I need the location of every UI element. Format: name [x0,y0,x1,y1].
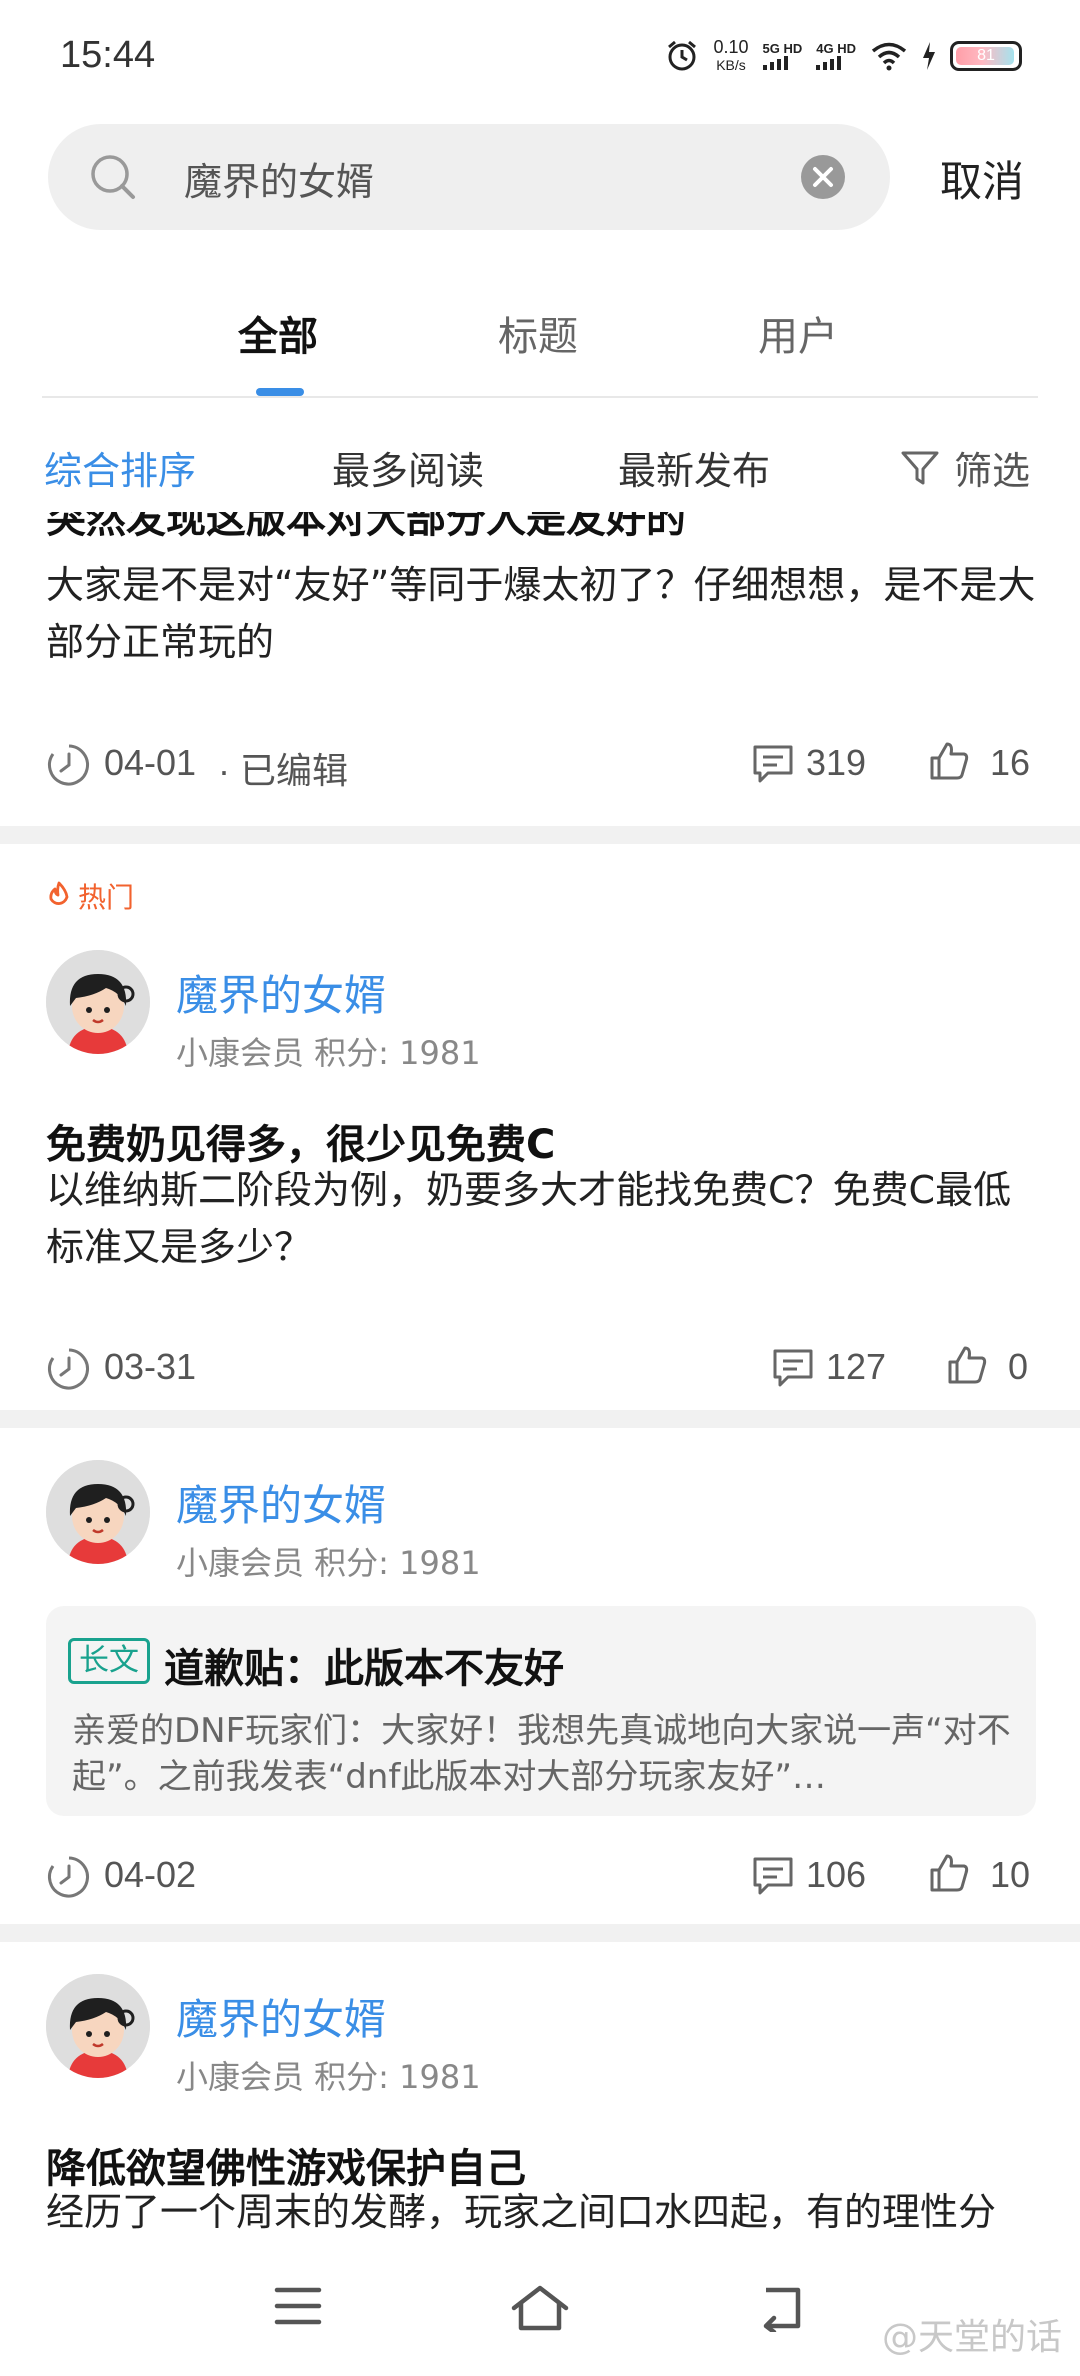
sim1-label: 5G HD [762,41,803,56]
post-body-text: 经历了一个周末的发酵，玩家之间口水四起，有的理性分析，有的情绪输出，但这些都不会… [46,2190,997,2248]
avatar-image [46,1460,150,1564]
post-meta: 04-02 106 10 [46,1852,1036,1902]
sim1-signal-bars-icon [762,56,788,70]
post-card[interactable]: 热门 魔界的女婿 小康会员 积分: 1981 免费奶见得多，很少见免费C 以维纳… [0,844,1080,1410]
avatar-image [46,1974,150,2078]
like-count: 16 [990,742,1031,783]
menu-icon[interactable] [274,2284,322,2328]
tab-title[interactable]: 标题 [498,304,578,362]
search-icon [91,155,135,199]
avatar[interactable] [46,950,150,1054]
tab-indicator [256,388,304,396]
post-title: 突然发现这版本对大部分人是友好的 [46,512,686,542]
battery-icon: 81 [950,41,1022,71]
status-time: 15:44 [60,34,156,76]
post-edited: · 已编辑 [218,750,348,791]
network-speed-unit: KB/s [716,57,746,73]
post-separator [0,1924,1080,1942]
tab-all[interactable]: 全部 [238,304,318,362]
post-meta: 03-31 127 0 [46,1344,1036,1394]
like-count: 0 [1008,1346,1029,1387]
network-speed: 0.10 KB/s [713,38,748,74]
post-title: 道歉贴：此版本不友好 [164,1646,564,1692]
post-separator [0,1410,1080,1428]
post-separator [0,826,1080,844]
author-name[interactable]: 魔界的女婿 [176,1472,386,1533]
search-tabs: 全部 标题 用户 [0,280,1080,398]
comment-icon[interactable] [752,744,794,784]
post-feed[interactable]: 突然发现这版本对大部分人是友好的 大家是不是对“友好”等同于爆太初了？仔细想想，… [0,512,1080,2248]
post-date: 03-31 [104,1346,197,1387]
clear-icon[interactable] [800,154,846,200]
sim1-signal: 5G HD [762,41,803,70]
author-meta: 小康会员 积分: 1981 [176,1544,481,1582]
avatar-image [46,950,150,1054]
thumbs-up-icon[interactable] [928,740,970,782]
tabs-divider [42,396,1038,398]
author-meta: 小康会员 积分: 1981 [176,2058,481,2096]
sim2-label: 4G HD [816,41,856,56]
search-row: 魔界的女婿 取消 [0,124,1080,232]
back-icon[interactable] [756,2284,806,2332]
author-name[interactable]: 魔界的女婿 [176,962,386,1023]
post-card[interactable]: 魔界的女婿 小康会员 积分: 1981 降低欲望佛性游戏保护自己 经历了一个周末… [0,1942,1080,2248]
post-body: 以维纳斯二阶段为例，奶要多大才能找免费C？免费C最低标准又是多少？ [46,1168,1012,1269]
system-nav-bar: @天堂的话 [0,2248,1080,2376]
sort-comprehensive[interactable]: 综合排序 [44,440,196,495]
author-meta: 小康会员 积分: 1981 [176,1034,481,1072]
filter-icon [901,451,939,484]
filter-label: 筛选 [954,449,1031,493]
comment-count: 106 [806,1854,867,1895]
comment-icon[interactable] [752,1856,794,1896]
home-icon[interactable] [510,2284,570,2332]
fire-icon [49,881,69,905]
hot-tag: 热门 [46,876,134,916]
post-excerpt: 亲爱的DNF玩家们：大家好！我想先真诚地向大家说一声“对不起”。之前我发表“dn… [72,1711,1011,1797]
post-body: 大家是不是对“友好”等同于爆太初了？仔细想想，是不是大部分正常玩的 [46,563,1036,664]
hot-label: 热门 [78,881,135,914]
sort-bar: 综合排序 最多阅读 最新发布 筛选 [0,432,1080,502]
battery-level: 81 [977,47,995,64]
search-query: 魔界的女婿 [184,160,375,204]
sim2-signal-bars-icon [816,56,842,70]
thumbs-up-icon[interactable] [928,1852,970,1894]
sort-most-read[interactable]: 最多阅读 [332,440,484,495]
search-input[interactable]: 魔界的女婿 [48,124,890,230]
post-card[interactable]: 魔界的女婿 小康会员 积分: 1981 长文 道歉贴：此版本不友好 亲爱的DNF… [0,1428,1080,1924]
filter-button[interactable]: 筛选 [900,440,1030,495]
comment-count: 127 [826,1346,887,1387]
sim2-signal: 4G HD [816,42,856,70]
post-body: 经历了一个周末的发酵，玩家之间口水四起，有的理性分析，有的情绪输出，但这些都不会… [46,2184,1036,2248]
clock-icon [48,1856,89,1898]
sort-newest[interactable]: 最新发布 [618,440,770,495]
network-speed-value: 0.10 [713,37,749,57]
alarm-icon [668,40,697,71]
avatar[interactable] [46,1974,150,2078]
like-count: 10 [990,1854,1031,1895]
clock-icon [48,1348,89,1390]
author-name[interactable]: 魔界的女婿 [176,1986,386,2047]
comment-icon[interactable] [772,1348,814,1388]
cancel-button[interactable]: 取消 [940,148,1024,209]
status-bar: 15:44 0.10 KB/s 5G HD 4G HD 81 [0,0,1080,112]
comment-count: 319 [806,742,867,783]
wifi-icon [871,42,907,71]
longform-card[interactable]: 长文 道歉贴：此版本不友好 亲爱的DNF玩家们：大家好！我想先真诚地向大家说一声… [46,1606,1036,1816]
post-date: 04-01 [104,742,197,783]
clock-icon [48,744,89,786]
post-card[interactable]: 突然发现这版本对大部分人是友好的 大家是不是对“友好”等同于爆太初了？仔细想想，… [0,512,1080,826]
charging-icon [923,42,935,70]
post-meta: 04-01 · 已编辑 319 16 [46,740,1036,791]
post-date: 04-02 [104,1854,197,1895]
thumbs-up-icon[interactable] [946,1344,988,1386]
watermark: @天堂的话 [881,2317,1062,2358]
avatar[interactable] [46,1460,150,1564]
longform-badge: 长文 [68,1638,150,1684]
status-icons: 0.10 KB/s 5G HD 4G HD 81 [665,36,1022,76]
tab-user[interactable]: 用户 [758,304,838,362]
